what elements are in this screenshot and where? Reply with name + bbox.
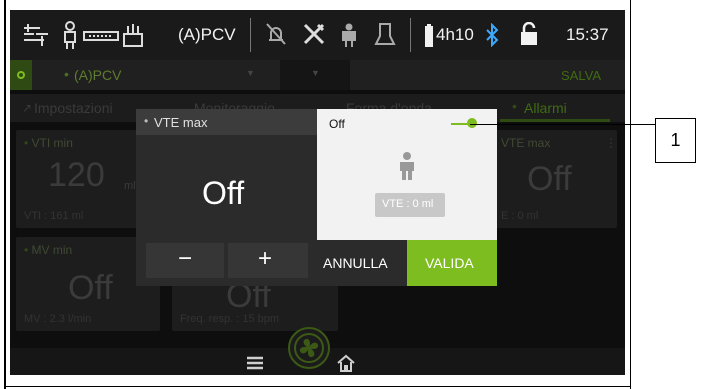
editor-value: Off [202, 175, 245, 211]
wrench-icon: ↗ [22, 101, 33, 115]
humidifier-icon [123, 24, 143, 47]
editor-bullet: • [144, 114, 149, 128]
minus-label: − [178, 245, 193, 272]
separator [410, 18, 411, 52]
home-icon[interactable] [336, 354, 356, 372]
frame-left-line [4, 0, 6, 389]
tile-value: 120 [48, 156, 105, 194]
mode-bullet: • [64, 66, 69, 82]
battery-time: 4h10 [436, 25, 474, 44]
tab-alarms[interactable]: Allarmi [524, 100, 567, 116]
tile-value: Off [68, 269, 113, 307]
frame-bottom-line [4, 386, 631, 387]
plus-label: + [258, 245, 273, 272]
editor-preview-panel: Off VTE : 0 ml [317, 109, 497, 240]
cancel-label: ANNULLA [323, 255, 388, 271]
chevron-down-icon: ▼ [311, 68, 320, 78]
tile-value: Off [527, 160, 572, 198]
battery-icon [425, 24, 433, 47]
mode-bar: • (A)PCV ▼ ▼ SALVA [10, 60, 625, 90]
increment-button[interactable]: + [228, 243, 308, 278]
preview-title: Off [329, 117, 345, 131]
settings-button[interactable] [10, 60, 32, 90]
callout-number: 1 [655, 118, 696, 163]
tab-settings[interactable]: Impostazioni [34, 100, 113, 116]
tile-readout: MV : 2.3 l/min [24, 313, 92, 325]
active-tab-indicator [500, 119, 610, 122]
circuit-icon [83, 31, 119, 41]
patient-icon [64, 21, 76, 49]
cancel-button[interactable]: ANNULLA [317, 240, 407, 286]
alarm-bullet: • [512, 98, 517, 114]
tile-title: • VTI min [24, 136, 73, 150]
tile-menu-icon: ⋮ [605, 136, 617, 150]
gear-icon [17, 71, 25, 79]
volume-readout-label: VTE : 0 ml [382, 198, 434, 210]
volume-readout: VTE : 0 ml [375, 193, 445, 217]
tile-title: • MV min [24, 243, 73, 257]
ventilation-fan-icon[interactable] [287, 326, 331, 370]
mode-selector-label[interactable]: (A)PCV [74, 67, 121, 83]
lock-open-icon[interactable] [520, 22, 538, 46]
vte-max-tile[interactable]: VTE max ⋮ Off E : 0 ml [493, 130, 617, 228]
tile-readout: VTI : 161 ml [24, 210, 84, 222]
menu-icon[interactable] [246, 356, 264, 370]
tile-readout: Freq. resp. : 15 bpm [180, 313, 280, 325]
frame-right-line [630, 0, 631, 389]
chevron-down-icon[interactable]: ▼ [246, 68, 255, 78]
tile-readout: E : 0 ml [501, 210, 539, 222]
patient-icon [400, 152, 414, 180]
bluetooth-icon [486, 23, 499, 47]
confirm-label: VALIDA [425, 255, 474, 271]
tile-title: VTE max [501, 136, 551, 150]
tile-unit: ml [124, 180, 136, 192]
callout-line [470, 124, 656, 125]
tools-icon[interactable] [302, 22, 326, 46]
alarm-off-icon[interactable] [265, 22, 287, 46]
decrement-button[interactable]: − [146, 243, 224, 278]
dropdown-tab[interactable]: ▼ [280, 60, 350, 90]
save-button[interactable]: SALVA [561, 68, 601, 83]
status-bar: (A)PCV 4h10 15:37 [10, 10, 625, 60]
separator [250, 18, 251, 52]
clock: 15:37 [566, 25, 609, 44]
humidity-sensor-icon[interactable] [374, 22, 396, 46]
ventilator-screen: (A)PCV 4h10 15:37 • (A)PCV ▼ ▼ SALVA ↗ I… [10, 10, 625, 375]
editor-header: • VTE max [136, 109, 317, 135]
patient-type-icon[interactable] [340, 22, 358, 48]
ventilation-mode-label: (A)PCV [178, 25, 236, 44]
enable-slider-knob[interactable] [467, 118, 477, 128]
confirm-button[interactable]: VALIDA [407, 240, 497, 286]
editor-title: VTE max [154, 115, 208, 130]
ventilator-icon [24, 24, 48, 46]
value-editor-panel: • VTE max Off − + [136, 109, 317, 286]
